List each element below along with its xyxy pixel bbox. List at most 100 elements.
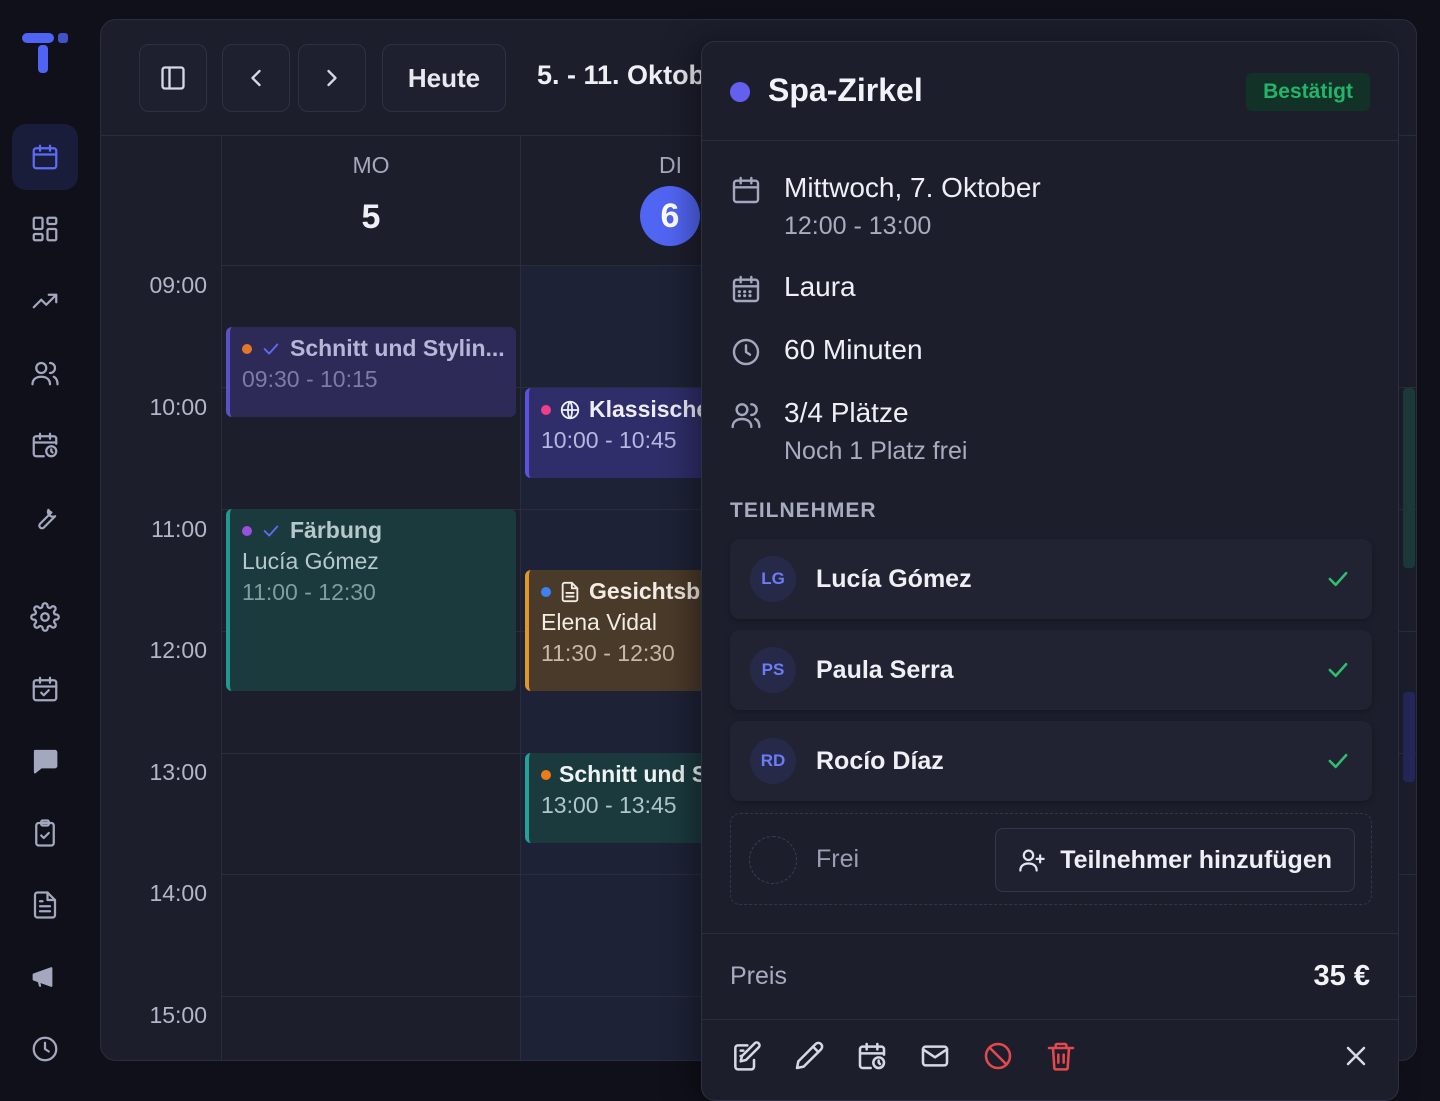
delete-button[interactable] [1041,1036,1081,1076]
time-label: 13:00 [149,759,207,785]
participant-name: Rocío Díaz [816,746,944,775]
time-label: 12:00 [149,637,207,663]
event-duration-row: 60 Minuten [730,334,923,368]
sidebar-item-calendar[interactable] [12,124,78,190]
event-date: Mittwoch, 7. Oktober [784,172,1041,203]
sidebar-item-messages[interactable] [12,728,78,794]
chevron-left-icon [251,69,261,87]
chevron-right-icon [327,69,337,87]
check-icon [263,343,279,354]
empty-avatar [749,836,797,884]
add-participant-label: Teilnehmer hinzufügen [1060,845,1332,874]
day-number: 5 [361,198,381,236]
previous-week-button[interactable] [222,44,290,112]
trending-up-icon [32,293,58,309]
avatar: RD [750,738,796,784]
sidebar-item-history[interactable] [12,1016,78,1082]
price-row: Preis 35 € [702,933,1398,1020]
price-label: Preis [730,962,787,990]
sidebar-item-dashboard[interactable] [12,196,78,262]
add-participant-button[interactable]: Teilnehmer hinzufügen [995,828,1355,892]
sidebar-item-schedule[interactable] [12,412,78,478]
status-dot [242,343,252,354]
panel-header: Spa-Zirkel Bestätigt [702,42,1398,141]
sidebar-toggle-icon [161,66,185,90]
avatar: PS [750,647,796,693]
status-dot [242,525,252,536]
price-value: 35 € [1313,960,1370,992]
globe-icon [560,400,580,419]
free-slot-label: Frei [816,845,860,873]
event-staff-row: Laura [730,271,856,305]
staff-name: Laura [784,271,856,302]
event-title: Spa-Zirkel [768,72,923,108]
sidebar-item-tools[interactable] [12,484,78,550]
email-button[interactable] [915,1036,955,1076]
megaphone-icon [32,967,53,987]
event-card[interactable]: Schnitt und Stylin... 09:30 - 10:15 [226,327,516,417]
status-badge: Bestätigt [1246,73,1370,111]
check-icon [1328,571,1348,587]
event-card[interactable]: Schnitt und S 13:00 - 13:45 [525,753,725,843]
day-header-monday[interactable]: MO 5 [221,136,520,266]
event-time: 09:30 - 10:15 [242,366,378,392]
edit-button[interactable] [789,1036,829,1076]
pencil-icon [795,1041,824,1070]
close-button[interactable] [1336,1036,1376,1076]
sidebar-item-analytics[interactable] [12,268,78,334]
next-week-button[interactable] [298,44,366,112]
event-title: Färbung [290,517,382,543]
event-time: 13:00 - 13:45 [541,792,677,818]
event-time: 11:00 - 12:30 [242,579,376,605]
event-client: Lucía Gómez [242,548,379,574]
event-time: 11:30 - 12:30 [541,640,675,666]
calendar-grid-icon [732,275,760,303]
event-client: Elena Vidal [541,609,657,635]
sidebar-item-settings[interactable] [12,584,78,650]
ban-icon [984,1042,1012,1070]
participant-row[interactable]: PS Paula Serra [730,630,1372,710]
event-card[interactable]: Färbung Lucía Gómez 11:00 - 12:30 [226,509,516,691]
calendar-icon [732,176,760,204]
app-logo[interactable] [22,30,70,76]
sidebar-item-tasks[interactable] [12,800,78,866]
event-title: Klassische [589,396,710,422]
event-card[interactable]: Gesichtsbe Elena Vidal 11:30 - 12:30 [525,570,725,691]
event-date-row: Mittwoch, 7. Oktober 12:00 - 13:00 [730,172,1041,241]
toggle-sidebar-button[interactable] [139,44,207,112]
document-icon [33,891,57,919]
check-icon [1328,662,1348,678]
sidebar [0,0,90,1080]
cancel-appointment-button[interactable] [978,1036,1018,1076]
event-time: 10:00 - 10:45 [541,427,677,453]
capacity-note: Noch 1 Platz frei [784,437,968,465]
reschedule-button[interactable] [852,1036,892,1076]
event-color-dot [730,82,750,102]
sidebar-item-bookings[interactable] [12,656,78,722]
calendar-clock-icon [32,432,58,458]
user-plus-icon [1019,849,1046,872]
document-icon [561,581,579,602]
participant-row[interactable]: LG Lucía Gómez [730,539,1372,619]
sidebar-item-documents[interactable] [12,872,78,938]
edit-notes-button[interactable] [726,1036,766,1076]
trash-icon [1047,1042,1075,1071]
calendar-check-icon [32,676,58,702]
check-icon [1328,753,1348,769]
time-label: 09:00 [149,272,207,298]
event-card[interactable]: Klassische 10:00 - 10:45 [525,388,725,478]
time-label: 15:00 [149,1002,207,1028]
time-label: 10:00 [149,394,207,420]
calendar-clock-icon [858,1042,886,1070]
participant-row[interactable]: RD Rocío Díaz [730,721,1372,801]
sidebar-item-customers[interactable] [12,340,78,406]
sidebar-item-marketing[interactable] [12,944,78,1010]
time-label: 14:00 [149,880,207,906]
clock-icon [32,1036,58,1062]
participants-heading: TEILNEHMER [730,499,877,522]
today-button[interactable]: Heute [382,44,506,112]
event-capacity-row: 3/4 Plätze Noch 1 Platz frei [730,397,967,466]
day-name: MO [352,152,390,178]
event-time: 12:00 - 13:00 [784,212,932,240]
check-icon [263,525,279,536]
